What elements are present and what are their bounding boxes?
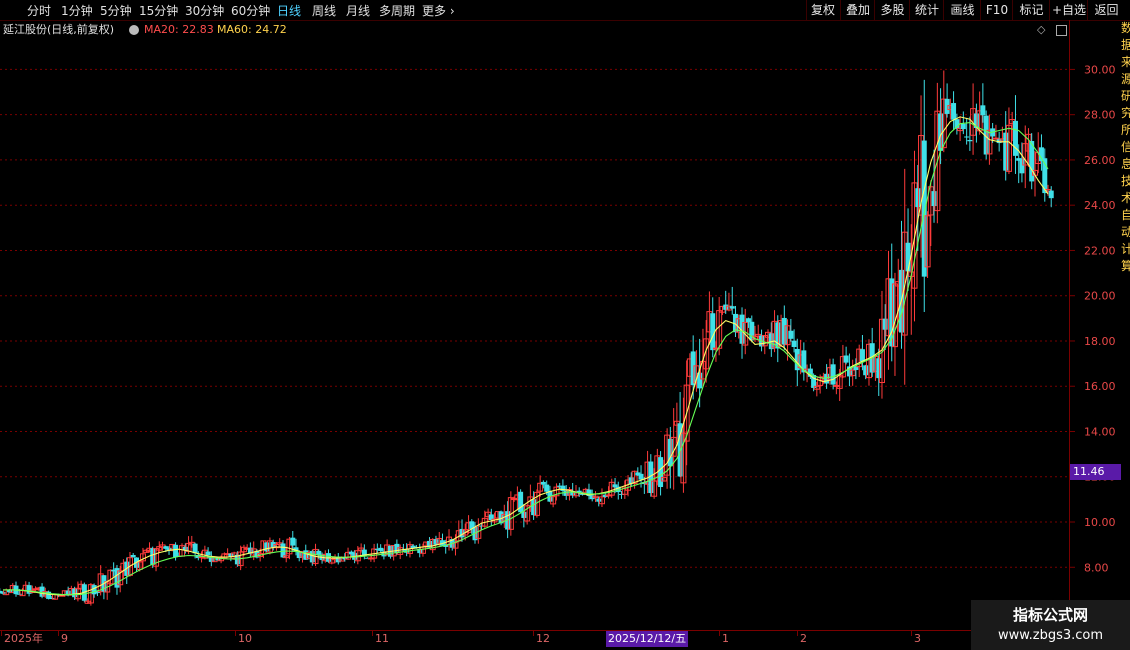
candle-body-down <box>791 340 797 347</box>
candle-body-down <box>667 438 673 467</box>
date-tick <box>235 631 236 636</box>
candle-body-down <box>980 105 986 116</box>
date-tick <box>58 631 59 636</box>
candle-body-down <box>964 136 970 138</box>
candle-body-up <box>992 137 999 140</box>
last-price-tag: 11.46 <box>1070 464 1121 480</box>
candle-body-down <box>830 364 836 385</box>
watermark-logo: 指标公式网 www.zbgs3.com <box>971 600 1130 650</box>
candle-body-down <box>130 554 136 558</box>
candle-body-down <box>638 473 644 480</box>
cursor-date-label: 2025/12/12/五 <box>606 631 689 647</box>
candle-body-down <box>290 537 296 546</box>
candle-body-down <box>931 191 937 207</box>
axis-label: 24.00 <box>1084 199 1116 212</box>
candle-body-down <box>915 188 921 208</box>
candle-body-down <box>596 498 602 502</box>
candle-body-down <box>967 139 973 142</box>
candle-body-down <box>173 544 179 558</box>
action-button-8[interactable]: 返回 <box>1087 0 1125 20</box>
candle-body-down <box>658 457 664 488</box>
candle-body-down <box>824 373 830 384</box>
date-tick <box>1 631 2 636</box>
candle-body-down <box>316 550 322 555</box>
axis-label: 14.00 <box>1084 425 1116 438</box>
axis-label: 28.00 <box>1084 109 1116 122</box>
candle-body-down <box>1048 190 1054 199</box>
candle-body-down <box>1012 120 1018 156</box>
axis-label: 8.00 <box>1084 561 1109 574</box>
candle-body-down <box>378 547 384 551</box>
candle-body-down <box>16 593 22 595</box>
candle-body-down <box>859 349 865 362</box>
watermark-url: www.zbgs3.com <box>997 628 1104 643</box>
candle-body-down <box>905 242 911 272</box>
candle-body-down <box>951 103 957 120</box>
candle-body-down <box>72 588 78 598</box>
candle-body-down <box>843 355 849 363</box>
date-tick <box>533 631 534 636</box>
candle-body-down <box>0 592 6 594</box>
candle-body-down <box>264 542 270 552</box>
candle-body-down <box>521 511 527 518</box>
candle-body-down <box>540 481 546 485</box>
kline-chart[interactable] <box>0 0 1069 630</box>
date-label: 9 <box>61 632 68 645</box>
axis-label: 26.00 <box>1084 154 1116 167</box>
date-label: 12 <box>536 632 550 645</box>
candle-body-down <box>394 543 400 554</box>
candle-body-down <box>690 351 696 386</box>
side-info-strip: 数据来源研究所信息技术自动计算 <box>1121 21 1130 273</box>
candle-body-up <box>833 384 840 387</box>
date-tick <box>719 631 720 636</box>
candle-body-down <box>794 348 800 371</box>
watermark-title: 指标公式网 <box>1012 606 1088 624</box>
date-label: 2025年 <box>4 632 43 645</box>
axis-label: 30.00 <box>1084 63 1116 76</box>
candle-body-down <box>745 318 751 323</box>
candle-body-down <box>433 539 439 545</box>
candle-body-down <box>876 358 882 379</box>
candle-body-down <box>1003 132 1009 171</box>
date-label: 11 <box>375 632 389 645</box>
candle-body-down <box>863 365 869 376</box>
price-axis: 30.00 28.00 26.00 24.00 22.00 20.00 18.00 16.00… <box>1069 20 1122 630</box>
axis-label: 18.00 <box>1084 335 1116 348</box>
candle-body-down <box>544 484 550 492</box>
candle-body-down <box>723 304 729 310</box>
candle-body-down <box>531 499 537 516</box>
candle-body-down <box>309 551 315 563</box>
candle-body-down <box>729 306 735 309</box>
candle-body-down <box>944 98 950 114</box>
date-label: 3 <box>914 632 921 645</box>
date-tick <box>911 631 912 636</box>
candle-body-down <box>150 548 156 565</box>
price-axis-labels: 30.00 28.00 26.00 24.00 22.00 20.00 18.00 16.00… <box>1070 63 1116 574</box>
date-tick <box>797 631 798 636</box>
candlesticks <box>0 70 1054 606</box>
candle-body-down <box>1019 158 1025 174</box>
candle-body-down <box>921 140 927 277</box>
axis-label: 16.00 <box>1084 380 1116 393</box>
axis-label: 22.00 <box>1084 244 1116 257</box>
axis-label: 10.00 <box>1084 516 1116 529</box>
candle-body-down <box>960 123 966 130</box>
date-tick <box>372 631 373 636</box>
date-label: 1 <box>722 632 729 645</box>
candle-body-down <box>788 330 794 339</box>
axis-label: 20.00 <box>1084 290 1116 303</box>
candle-body-down <box>781 317 787 345</box>
candle-body-down <box>882 318 888 330</box>
date-axis: 2025年 9 10 11 12 2025/12/12/五 1 2 3 <box>0 630 1069 647</box>
date-label: 10 <box>238 632 252 645</box>
candle-body-down <box>205 551 211 556</box>
date-label: 2 <box>800 632 807 645</box>
